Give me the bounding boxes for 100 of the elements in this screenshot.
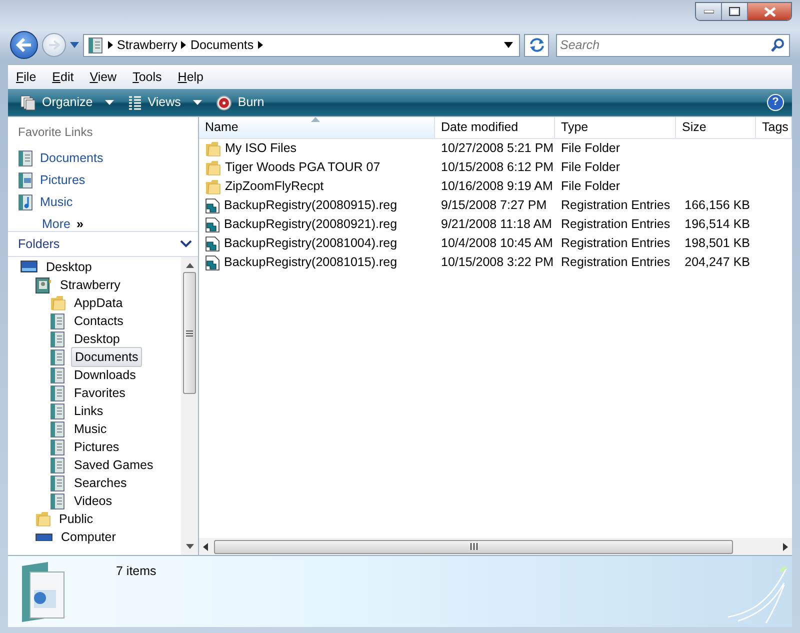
favorite-link[interactable]: Documents xyxy=(40,148,104,168)
menu-item[interactable]: View xyxy=(82,68,125,86)
double-chevron-icon[interactable]: » xyxy=(76,214,84,234)
breadcrumb-arrow-icon[interactable] xyxy=(258,41,263,49)
folder-icon xyxy=(205,140,221,156)
file-name[interactable]: Tiger Woods PGA TOUR 07 xyxy=(225,158,380,177)
file-name[interactable]: BackupRegistry(20080915).reg xyxy=(224,196,398,215)
tree-item[interactable]: Links xyxy=(71,402,106,420)
folders-heading[interactable]: Folders xyxy=(18,234,60,254)
breadcrumb[interactable]: Documents xyxy=(186,36,258,54)
close-button[interactable] xyxy=(748,3,791,20)
tree-item[interactable]: Contacts xyxy=(71,312,126,330)
favorite-link[interactable]: Pictures xyxy=(40,170,86,190)
tree-item[interactable]: Strawberry xyxy=(57,276,124,294)
scroll-right-icon[interactable] xyxy=(783,542,788,550)
library-folder-icon xyxy=(50,312,66,330)
burn-button[interactable]: Burn xyxy=(212,91,268,114)
close-icon[interactable] xyxy=(764,6,776,16)
menu-item[interactable]: Tools xyxy=(124,68,170,86)
search-field[interactable]: Search xyxy=(556,34,790,56)
maximize-button[interactable] xyxy=(722,3,748,20)
table-cell-text: Registration Entries xyxy=(561,235,670,252)
tree-item[interactable]: Favorites xyxy=(71,384,128,402)
pictures-folder-icon xyxy=(18,172,34,188)
scroll-left-icon[interactable] xyxy=(203,542,208,550)
favorite-links-heading: Favorite Links xyxy=(18,124,94,141)
user-folder-icon xyxy=(35,276,52,294)
maximize-icon[interactable] xyxy=(729,7,740,16)
breadcrumb-arrow-icon[interactable] xyxy=(108,41,113,49)
tree-item[interactable]: Videos xyxy=(71,492,115,510)
registry-file-icon xyxy=(205,236,220,252)
back-arrow-icon[interactable] xyxy=(16,38,32,52)
tree-item[interactable]: Downloads xyxy=(71,366,139,384)
address-dropdown-icon[interactable] xyxy=(504,42,513,48)
breadcrumb-arrow-icon[interactable] xyxy=(181,41,186,49)
table-cell-text: 9/15/2008 7:27 PM xyxy=(441,197,547,214)
column-header[interactable]: Type xyxy=(555,117,676,139)
monitor-icon xyxy=(20,260,38,274)
file-name[interactable]: BackupRegistry(20081015).reg xyxy=(224,253,398,272)
tree-item[interactable]: Desktop xyxy=(43,258,95,276)
tree-item[interactable]: Searches xyxy=(71,474,130,492)
help-button[interactable]: ? xyxy=(767,94,784,111)
library-folder-icon xyxy=(88,36,104,54)
minimize-button[interactable] xyxy=(696,3,722,20)
tree-item[interactable]: Public xyxy=(56,510,96,528)
history-dropdown-icon[interactable] xyxy=(70,42,79,48)
column-header[interactable]: Tags xyxy=(756,117,792,139)
favorite-link[interactable]: More xyxy=(42,214,70,234)
tree-item[interactable]: Pictures xyxy=(71,438,122,456)
file-name[interactable]: BackupRegistry(20081004).reg xyxy=(224,234,398,253)
table-cell-text: 198,501 KB xyxy=(684,235,750,252)
library-folder-icon xyxy=(50,474,66,492)
table-cell-text: 9/21/2008 11:18 AM xyxy=(441,216,552,234)
table-cell-text: 10/15/2008 3:22 PM xyxy=(441,254,554,272)
item-count: 7 items xyxy=(116,563,156,580)
refresh-button[interactable] xyxy=(524,34,549,56)
tree-item[interactable]: AppData xyxy=(71,294,126,312)
table-cell-text: File Folder xyxy=(561,159,620,176)
table-cell-text: 10/16/2008 9:19 AM xyxy=(441,178,553,196)
scroll-down-icon[interactable] xyxy=(186,544,194,549)
registry-file-icon xyxy=(205,198,220,214)
tree-item[interactable]: Documents xyxy=(71,346,142,368)
favorite-link[interactable]: Music xyxy=(40,192,73,212)
file-name[interactable]: ZipZoomFlyRecpt xyxy=(225,177,324,196)
vertical-scrollbar[interactable] xyxy=(181,257,198,555)
folder-icon xyxy=(50,295,66,311)
library-folder-icon xyxy=(50,420,66,438)
library-folder-icon xyxy=(18,150,34,166)
minimize-icon[interactable] xyxy=(704,10,714,14)
chevron-down-icon[interactable] xyxy=(180,240,192,248)
library-folder-icon xyxy=(50,402,66,420)
address-bar[interactable]: Strawberry Documents xyxy=(83,34,520,56)
swoosh-drawing xyxy=(728,565,788,625)
file-name[interactable]: BackupRegistry(20080921).reg xyxy=(224,215,398,234)
back-button[interactable] xyxy=(10,31,38,59)
search-icon[interactable] xyxy=(771,38,785,52)
views-button[interactable]: Views xyxy=(124,91,206,114)
scroll-thumb[interactable] xyxy=(214,540,733,554)
column-header[interactable]: Size xyxy=(676,117,756,139)
tree-item[interactable]: Computer xyxy=(58,528,119,546)
menu-item[interactable]: File xyxy=(8,68,44,86)
table-cell-text: Registration Entries xyxy=(561,254,670,272)
organize-button[interactable]: Organize xyxy=(16,91,118,114)
tree-item[interactable]: Music xyxy=(71,420,110,438)
library-folder-icon xyxy=(50,384,66,402)
scroll-up-icon[interactable] xyxy=(186,263,194,268)
menu-item[interactable]: Help xyxy=(170,68,212,86)
refresh-icon[interactable] xyxy=(528,38,544,52)
library-folder-icon xyxy=(50,456,66,474)
folder-icon xyxy=(205,178,221,194)
breadcrumb[interactable]: Strawberry xyxy=(113,36,182,54)
tree-item[interactable]: Desktop xyxy=(71,330,123,348)
horizontal-scrollbar[interactable] xyxy=(199,538,792,555)
tree-item[interactable]: Saved Games xyxy=(71,456,156,474)
library-folder-icon xyxy=(50,438,66,456)
column-header[interactable]: Date modified xyxy=(435,117,555,139)
file-name[interactable]: My ISO Files xyxy=(225,139,297,158)
scroll-thumb[interactable] xyxy=(183,272,196,394)
column-header[interactable]: Name xyxy=(199,117,435,139)
menu-item[interactable]: Edit xyxy=(44,68,82,86)
